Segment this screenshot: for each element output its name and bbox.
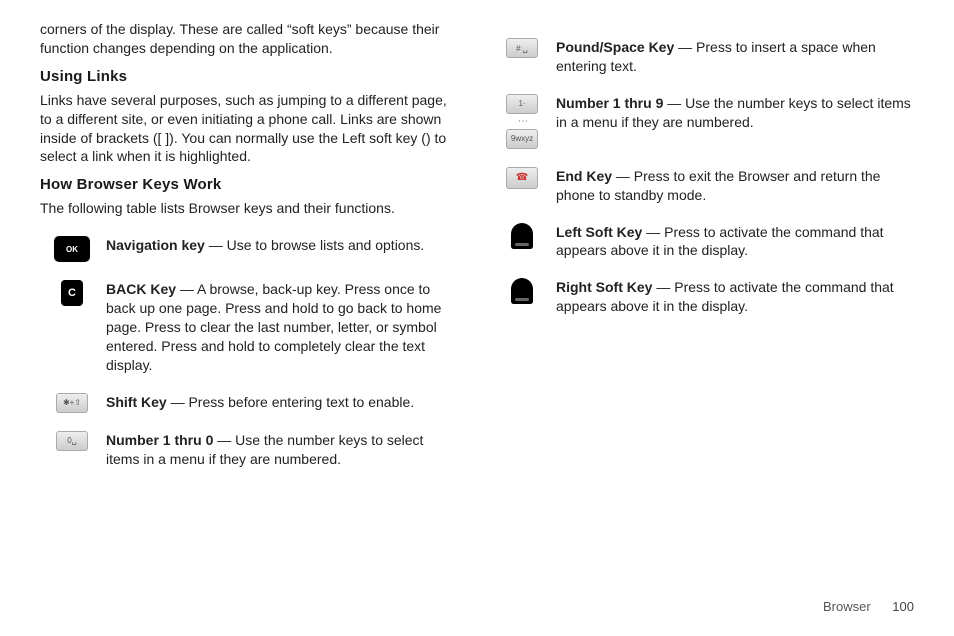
key-label: BACK Key bbox=[106, 281, 176, 297]
key-row-numbers-0: 0␣ Number 1 thru 0 — Use the number keys… bbox=[52, 431, 452, 469]
heading-browser-keys: How Browser Keys Work bbox=[40, 176, 452, 193]
number-keys-icon: 1· ⋮ 9wxyz bbox=[506, 94, 538, 149]
page-footer: Browser 100 bbox=[823, 599, 914, 614]
one-key-icon: 1· bbox=[506, 94, 538, 114]
left-soft-key-icon bbox=[511, 223, 533, 249]
footer-page-number: 100 bbox=[892, 599, 914, 614]
key-row-shift: ✱+⇧ Shift Key — Press before entering te… bbox=[52, 393, 452, 413]
key-label: Number 1 thru 9 bbox=[556, 95, 663, 111]
key-row-right-soft: Right Soft Key — Press to activate the c… bbox=[502, 278, 914, 316]
key-row-pound: # ␣ Pound/Space Key — Press to insert a … bbox=[502, 38, 914, 76]
key-row-numbers-9: 1· ⋮ 9wxyz Number 1 thru 9 — Use the num… bbox=[502, 94, 914, 149]
ok-key-icon: OK bbox=[54, 236, 90, 262]
dots-icon: ⋮ bbox=[519, 116, 525, 127]
heading-using-links: Using Links bbox=[40, 68, 452, 85]
key-row-back: C BACK Key — A browse, back-up key. Pres… bbox=[52, 280, 452, 374]
shift-key-icon: ✱+⇧ bbox=[56, 393, 88, 413]
zero-key-icon: 0␣ bbox=[56, 431, 88, 451]
key-label: Right Soft Key bbox=[556, 279, 652, 295]
intro-text: corners of the display. These are called… bbox=[40, 20, 452, 58]
end-key-icon: ☎ bbox=[506, 167, 538, 189]
key-label: Shift Key bbox=[106, 394, 167, 410]
key-label: Left Soft Key bbox=[556, 224, 642, 240]
keys-paragraph: The following table lists Browser keys a… bbox=[40, 199, 452, 218]
c-key-icon: C bbox=[61, 280, 83, 306]
nine-key-icon: 9wxyz bbox=[506, 129, 538, 149]
key-row-navigation: OK Navigation key — Use to browse lists … bbox=[52, 236, 452, 262]
key-label: Navigation key bbox=[106, 237, 205, 253]
key-label: Number 1 thru 0 bbox=[106, 432, 213, 448]
footer-section: Browser bbox=[823, 599, 871, 614]
key-desc: — Press before entering text to enable. bbox=[167, 394, 414, 410]
key-row-left-soft: Left Soft Key — Press to activate the co… bbox=[502, 223, 914, 261]
key-row-end: ☎ End Key — Press to exit the Browser an… bbox=[502, 167, 914, 205]
right-soft-key-icon bbox=[511, 278, 533, 304]
key-label: End Key bbox=[556, 168, 612, 184]
key-desc: — Use to browse lists and options. bbox=[205, 237, 424, 253]
key-label: Pound/Space Key bbox=[556, 39, 674, 55]
pound-key-icon: # ␣ bbox=[506, 38, 538, 58]
links-paragraph: Links have several purposes, such as jum… bbox=[40, 91, 452, 167]
